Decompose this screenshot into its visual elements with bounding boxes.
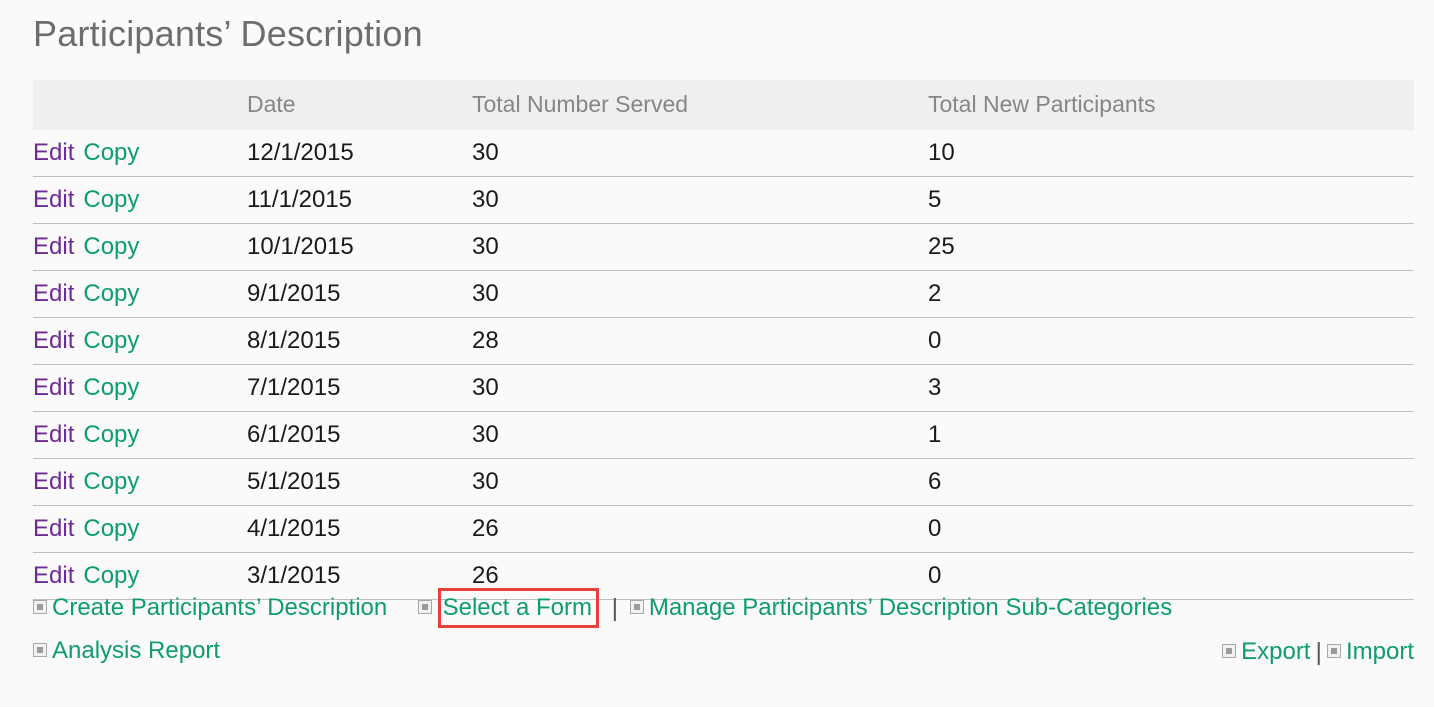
table-row: Edit Copy 7/1/2015 30 3	[33, 364, 1414, 412]
manage-subcategories-action[interactable]: Manage Participants’ Description Sub-Cat…	[629, 586, 1172, 630]
copy-link[interactable]: Copy	[83, 421, 139, 448]
export-import-group: Export | Import	[1222, 629, 1414, 674]
cell-total-new-participants: 25	[926, 223, 1414, 271]
import-action[interactable]: Import	[1326, 630, 1414, 674]
cell-date: 10/1/2015	[245, 223, 470, 271]
create-participants-description-label[interactable]: Create Participants’ Description	[52, 594, 387, 621]
cell-total-new-participants: 3	[926, 364, 1414, 412]
cell-total-number-served: 28	[470, 317, 926, 365]
bullet-square-icon	[1326, 643, 1341, 658]
cell-date: 9/1/2015	[245, 270, 470, 318]
copy-link[interactable]: Copy	[83, 139, 139, 166]
table-row: Edit Copy 10/1/2015 30 25	[33, 223, 1414, 271]
cell-total-new-participants: 5	[926, 176, 1414, 224]
row-actions-cell: Edit Copy	[33, 176, 245, 224]
copy-link[interactable]: Copy	[83, 374, 139, 401]
bullet-square-icon	[33, 599, 47, 614]
create-participants-description-action[interactable]: Create Participants’ Description	[33, 586, 387, 630]
cell-total-number-served: 30	[470, 458, 926, 506]
row-actions-cell: Edit Copy	[33, 130, 245, 177]
cell-total-number-served: 30	[470, 176, 926, 224]
cell-total-number-served: 30	[470, 364, 926, 412]
table-row: Edit Copy 6/1/2015 30 1	[33, 411, 1414, 459]
bullet-square-icon	[1222, 643, 1237, 658]
participants-description-page: Participants’ Description Date Total Num…	[0, 0, 1434, 707]
cell-date: 6/1/2015	[245, 411, 470, 459]
copy-link[interactable]: Copy	[83, 233, 139, 260]
row-actions-cell: Edit Copy	[33, 270, 245, 318]
row-actions-cell: Edit Copy	[33, 458, 245, 506]
cell-date: 5/1/2015	[245, 458, 470, 506]
column-header-date: Date	[245, 80, 470, 130]
toolbar-separator: |	[1315, 637, 1322, 666]
cell-total-new-participants: 0	[926, 317, 1414, 365]
cell-total-new-participants: 1	[926, 411, 1414, 459]
copy-link[interactable]: Copy	[83, 186, 139, 213]
cell-total-new-participants: 6	[926, 458, 1414, 506]
cell-total-number-served: 30	[470, 270, 926, 318]
edit-link[interactable]: Edit	[33, 421, 74, 448]
toolbar-row-secondary: Analysis Report Export | Import	[33, 629, 1414, 673]
export-action[interactable]: Export	[1222, 630, 1310, 674]
edit-link[interactable]: Edit	[33, 327, 74, 354]
copy-link[interactable]: Copy	[83, 515, 139, 542]
table-row: Edit Copy 9/1/2015 30 2	[33, 270, 1414, 318]
edit-link[interactable]: Edit	[33, 139, 74, 166]
bullet-square-icon	[33, 643, 47, 658]
cell-date: 11/1/2015	[245, 176, 470, 224]
table-body: Edit Copy 12/1/2015 30 10 Edit Copy 11/1/2015 30…	[33, 130, 1414, 600]
row-actions-cell: Edit Copy	[33, 411, 245, 459]
toolbar-separator: |	[611, 593, 619, 622]
table-row: Edit Copy 11/1/2015 30 5	[33, 176, 1414, 224]
cell-total-new-participants: 0	[926, 505, 1414, 553]
table-header: Date Total Number Served Total New Parti…	[33, 80, 1414, 130]
edit-link[interactable]: Edit	[33, 233, 74, 260]
edit-link[interactable]: Edit	[33, 186, 74, 213]
cell-total-number-served: 30	[470, 223, 926, 271]
row-actions-cell: Edit Copy	[33, 364, 245, 412]
cell-date: 12/1/2015	[245, 130, 470, 177]
cell-date: 4/1/2015	[245, 505, 470, 553]
table-row: Edit Copy 12/1/2015 30 10	[33, 130, 1414, 177]
toolbar-row-primary: Create Participants’ Description Select …	[33, 585, 1414, 629]
page-title: Participants’ Description	[33, 13, 423, 54]
export-label[interactable]: Export	[1241, 638, 1310, 665]
cell-total-number-served: 30	[470, 130, 926, 177]
edit-link[interactable]: Edit	[33, 515, 74, 542]
copy-link[interactable]: Copy	[83, 327, 139, 354]
select-a-form-highlight-box[interactable]: Select a Form	[437, 587, 599, 628]
table-header-row: Date Total Number Served Total New Parti…	[33, 80, 1414, 130]
table-row: Edit Copy 5/1/2015 30 6	[33, 458, 1414, 506]
row-actions-cell: Edit Copy	[33, 223, 245, 271]
select-a-form-icon-wrap	[417, 586, 437, 630]
row-actions-cell: Edit Copy	[33, 505, 245, 553]
import-label[interactable]: Import	[1346, 638, 1414, 665]
cell-total-new-participants: 10	[926, 130, 1414, 177]
edit-link[interactable]: Edit	[33, 374, 74, 401]
analysis-report-label[interactable]: Analysis Report	[52, 637, 220, 664]
cell-date: 8/1/2015	[245, 317, 470, 365]
select-a-form-label[interactable]: Select a Form	[443, 594, 592, 621]
row-actions-cell: Edit Copy	[33, 317, 245, 365]
edit-link[interactable]: Edit	[33, 468, 74, 495]
cell-date: 7/1/2015	[245, 364, 470, 412]
table-row: Edit Copy 4/1/2015 26 0	[33, 505, 1414, 553]
bullet-square-icon	[629, 599, 644, 614]
participants-description-table: Date Total Number Served Total New Parti…	[33, 80, 1414, 600]
copy-link[interactable]: Copy	[83, 468, 139, 495]
cell-total-number-served: 30	[470, 411, 926, 459]
table-row: Edit Copy 8/1/2015 28 0	[33, 317, 1414, 365]
bullet-square-icon	[417, 599, 432, 614]
edit-link[interactable]: Edit	[33, 280, 74, 307]
footer-toolbar: Create Participants’ Description Select …	[33, 585, 1414, 674]
column-header-actions	[33, 80, 245, 130]
column-header-total-new-participants: Total New Participants	[926, 80, 1414, 130]
cell-total-new-participants: 2	[926, 270, 1414, 318]
manage-subcategories-label[interactable]: Manage Participants’ Description Sub-Cat…	[649, 594, 1172, 621]
analysis-report-action[interactable]: Analysis Report	[33, 629, 220, 673]
cell-total-number-served: 26	[470, 505, 926, 553]
column-header-total-number-served: Total Number Served	[470, 80, 926, 130]
copy-link[interactable]: Copy	[83, 280, 139, 307]
